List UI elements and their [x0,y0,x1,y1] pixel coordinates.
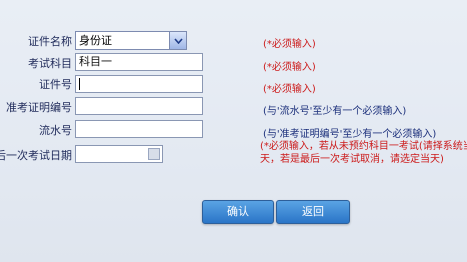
serial-hint: (与'准考证明编号'至少有一个必须输入) [263,129,437,140]
text-cursor [79,78,80,90]
page: { "form": { "id_type": { "label": "证件名称"… [0,0,467,262]
id-number-input[interactable] [75,75,203,93]
confirm-button[interactable]: 确认 [202,200,274,224]
warning-line-2: 天，若是最后一次考试取消，请选定当天) [260,154,444,165]
exam-cert-label: 准考证明编号 [6,101,72,114]
subject-label: 考试科目 [28,57,72,70]
back-button[interactable]: 返回 [276,200,350,224]
warning-line-1: (*必须输入，若从未预约科目一考试(请择系统当 [260,141,467,152]
id-number-required: (*必须输入) [263,84,316,95]
serial-input[interactable] [75,120,203,138]
dropdown-button[interactable] [169,32,186,49]
chevron-down-icon [173,37,183,44]
subject-input[interactable]: 科目一 [75,53,203,71]
id-type-select[interactable]: 身份证 [75,31,187,50]
last-date-label: 最后一次考试日期 [0,149,72,162]
subject-required: (*必须输入) [263,62,316,73]
calendar-icon[interactable] [148,148,160,160]
last-date-input[interactable] [75,145,163,163]
id-type-label: 证件名称 [28,35,72,48]
exam-cert-hint: (与'流水号'至少有一个必须输入) [263,106,407,117]
id-type-value: 身份证 [79,34,112,47]
serial-label: 流水号 [39,124,72,137]
exam-cert-input[interactable] [75,97,203,115]
last-date-warning: (*必须输入，若从未预约科目一考试(请择系统当 天，若是最后一次考试取消，请选定… [260,140,467,166]
id-number-label: 证件号 [39,78,72,91]
id-type-required: (*必须输入) [263,39,316,50]
